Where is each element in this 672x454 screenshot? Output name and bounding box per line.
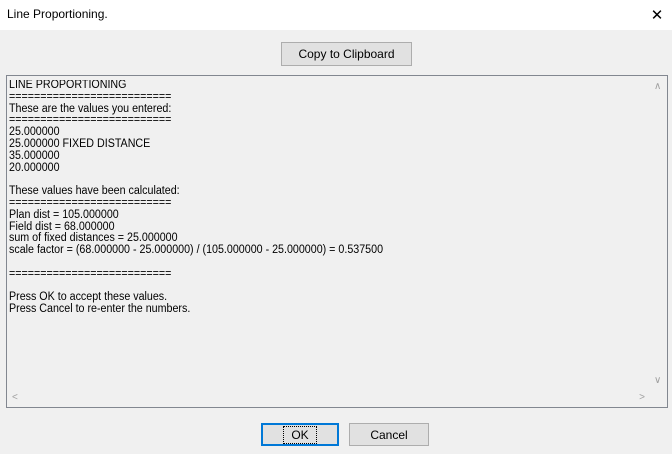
cancel-button-label: Cancel <box>370 427 408 442</box>
report-textarea[interactable]: LINE PROPORTIONING =====================… <box>6 75 668 408</box>
ok-button-label: OK <box>283 425 317 444</box>
window-title: Line Proportioning. <box>7 7 108 21</box>
scroll-left-icon[interactable]: < <box>12 393 18 403</box>
ok-button[interactable]: OK <box>261 423 339 446</box>
scroll-down-icon[interactable]: ∨ <box>654 376 661 386</box>
vertical-scrollbar[interactable]: ∧ ∨ <box>650 76 667 390</box>
scroll-up-icon[interactable]: ∧ <box>654 82 661 92</box>
close-icon[interactable]: ✕ <box>642 0 672 30</box>
scroll-corner <box>650 390 667 407</box>
title-bar: Line Proportioning. ✕ <box>0 0 672 30</box>
cancel-button[interactable]: Cancel <box>349 423 429 446</box>
copy-button-label: Copy to Clipboard <box>298 47 395 61</box>
scroll-right-icon[interactable]: > <box>639 393 645 403</box>
report-text: LINE PROPORTIONING =====================… <box>9 80 384 316</box>
horizontal-scrollbar[interactable]: < > <box>7 390 650 407</box>
copy-to-clipboard-button[interactable]: Copy to Clipboard <box>281 42 412 66</box>
